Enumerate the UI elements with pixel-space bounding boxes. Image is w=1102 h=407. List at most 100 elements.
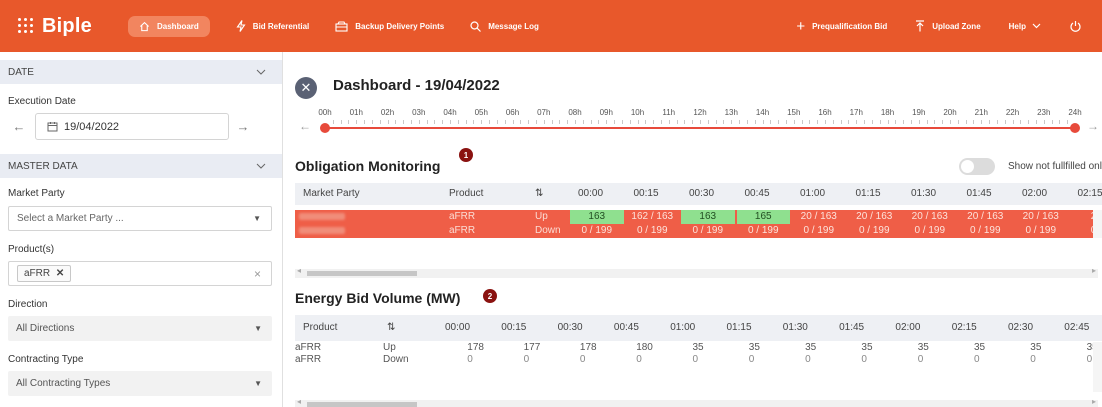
- column-time[interactable]: 00:45: [745, 188, 770, 199]
- timeline-hour-label: 19h: [912, 108, 926, 117]
- date-section-title: DATE: [8, 66, 34, 78]
- scroll-right-icon[interactable]: ▸: [1092, 266, 1096, 275]
- obligation-horizontal-scrollbar[interactable]: ◂ ▸: [295, 266, 1098, 278]
- timeline-tick: [871, 120, 873, 124]
- nav-dashboard-label: Dashboard: [157, 21, 199, 31]
- volume-cell: 35: [974, 342, 986, 353]
- column-time[interactable]: 01:15: [856, 188, 881, 199]
- nav-message-log[interactable]: Message Log: [470, 20, 539, 32]
- volume-cell: 35: [917, 342, 929, 353]
- table-row[interactable]: aFRR Down 0 0 0 0 0 0 0 0 0 0 0 0: [295, 354, 1102, 366]
- biple-logo[interactable]: Biple: [16, 15, 128, 38]
- column-time[interactable]: 02:15: [952, 322, 977, 333]
- table-row[interactable]: aFRR Down 0 / 199 0 / 199 0 / 199 0 / 199 0 / …: [295, 224, 1102, 238]
- energy-table-header: Product ⇅ 00:00 00:15 00:30 00:45 01:00 01:15…: [295, 315, 1102, 341]
- execution-date-input[interactable]: 19/04/2022: [35, 113, 229, 140]
- column-time[interactable]: 01:15: [727, 322, 752, 333]
- scroll-right-icon[interactable]: ▸: [1092, 397, 1096, 406]
- energy-vertical-scrollbar[interactable]: [1093, 342, 1102, 392]
- nav-prequalification-bid[interactable]: + Prequalification Bid: [796, 18, 887, 35]
- caret-down-icon: ▼: [254, 324, 262, 333]
- column-direction-sort[interactable]: ⇅: [535, 188, 543, 199]
- column-time[interactable]: 00:15: [501, 322, 526, 333]
- timeline-tick: [543, 120, 545, 124]
- obligation-table-header: Market Party Product ⇅ 00:00 00:15 00:30 00…: [295, 183, 1102, 205]
- timeline-right-arrow-icon[interactable]: →: [1087, 119, 1099, 133]
- timeline-end-handle[interactable]: [1070, 123, 1080, 133]
- product-chip[interactable]: aFRR ✕: [17, 265, 72, 282]
- next-date-button[interactable]: →: [232, 116, 254, 138]
- obligation-vertical-scrollbar[interactable]: [1093, 210, 1102, 238]
- column-time[interactable]: 00:15: [634, 188, 659, 199]
- scroll-left-icon[interactable]: ◂: [297, 266, 301, 275]
- column-time[interactable]: 01:30: [783, 322, 808, 333]
- column-time[interactable]: 00:45: [614, 322, 639, 333]
- nav-help[interactable]: Help: [1009, 22, 1041, 31]
- column-market-party[interactable]: Market Party: [303, 188, 360, 199]
- timeline-tick: [629, 120, 631, 124]
- close-button[interactable]: ✕: [295, 77, 317, 99]
- column-direction-sort[interactable]: ⇅: [387, 322, 395, 333]
- timeline-hour-label: 16h: [818, 108, 832, 117]
- column-time[interactable]: 02:45: [1064, 322, 1089, 333]
- timeline-tick: [996, 120, 998, 124]
- nav-dashboard[interactable]: Dashboard: [128, 15, 210, 37]
- chip-remove-icon[interactable]: ✕: [56, 268, 64, 279]
- column-time[interactable]: 00:30: [689, 188, 714, 199]
- column-product[interactable]: Product: [303, 322, 337, 333]
- unfulfilled-cell: 0 / 199: [1025, 225, 1057, 236]
- scroll-left-icon[interactable]: ◂: [297, 397, 301, 406]
- contracting-type-select[interactable]: All Contracting Types ▼: [8, 371, 272, 396]
- scroll-thumb[interactable]: [307, 402, 417, 407]
- column-time[interactable]: 00:00: [578, 188, 603, 199]
- column-time[interactable]: 01:45: [967, 188, 992, 199]
- table-row[interactable]: aFRR Up 163 162 / 163 163 165 20 / 163 20 / 163…: [295, 210, 1102, 224]
- scroll-thumb[interactable]: [307, 271, 417, 276]
- clear-icon[interactable]: ×: [254, 267, 261, 281]
- nav-bid-referential[interactable]: Bid Referential: [236, 20, 309, 32]
- upload-icon: [915, 20, 925, 32]
- volume-cell: 0: [861, 354, 867, 365]
- previous-date-button[interactable]: ←: [8, 116, 30, 138]
- show-not-fulfilled-label: Show not fullfilled only: [1008, 161, 1102, 172]
- date-section-header[interactable]: DATE: [0, 60, 282, 84]
- market-party-select[interactable]: Select a Market Party ... ▼: [8, 206, 272, 231]
- timeline-tick: [903, 120, 905, 124]
- energy-horizontal-scrollbar[interactable]: ◂ ▸: [295, 397, 1098, 407]
- timeline-hour-label: 10h: [630, 108, 645, 117]
- column-time[interactable]: 01:00: [670, 322, 695, 333]
- column-time[interactable]: 01:45: [839, 322, 864, 333]
- column-time[interactable]: 00:00: [445, 322, 470, 333]
- timeline-hour-label: 09h: [599, 108, 613, 117]
- column-product[interactable]: Product: [449, 188, 483, 199]
- column-time[interactable]: 01:30: [911, 188, 936, 199]
- column-time[interactable]: 02:15: [1078, 188, 1102, 199]
- volume-cell: 180: [636, 342, 653, 353]
- direction-select[interactable]: All Directions ▼: [8, 316, 272, 341]
- volume-cell: 35: [692, 342, 704, 353]
- show-not-fulfilled-toggle[interactable]: [959, 158, 995, 175]
- unfulfilled-cell: 0 / 199: [581, 225, 613, 236]
- column-time[interactable]: 02:00: [1022, 188, 1047, 199]
- column-time[interactable]: 02:30: [1008, 322, 1033, 333]
- products-multiselect[interactable]: aFRR ✕ ×: [8, 261, 272, 286]
- timeline-hour-label: 02h: [380, 108, 395, 117]
- product-cell: aFRR: [449, 225, 476, 236]
- timeline-tick: [660, 120, 662, 124]
- nav-backup-delivery-points-label: Backup Delivery Points: [355, 21, 445, 31]
- column-time[interactable]: 00:30: [558, 322, 583, 333]
- timeline-tick: [364, 120, 366, 124]
- power-button[interactable]: [1069, 20, 1082, 33]
- hour-timeline-slider[interactable]: ← → 00h 01h 02h 03h 04h 05h 06h 07h 08h 09h 10h 11h…: [283, 108, 1102, 138]
- nav-upload-zone[interactable]: Upload Zone: [915, 20, 981, 32]
- column-time[interactable]: 01:00: [800, 188, 825, 199]
- master-data-section-header[interactable]: MASTER DATA: [0, 154, 282, 178]
- table-row[interactable]: aFRRUp1781771781803535353535353535: [295, 342, 1102, 354]
- timeline-tick: [1059, 120, 1061, 124]
- timeline-tick: [910, 120, 912, 124]
- nav-backup-delivery-points[interactable]: Backup Delivery Points: [335, 20, 445, 32]
- timeline-left-arrow-icon[interactable]: ←: [299, 119, 311, 133]
- timeline-start-handle[interactable]: [320, 123, 330, 133]
- unfulfilled-cell: 20 / 163: [800, 211, 837, 222]
- column-time[interactable]: 02:00: [895, 322, 920, 333]
